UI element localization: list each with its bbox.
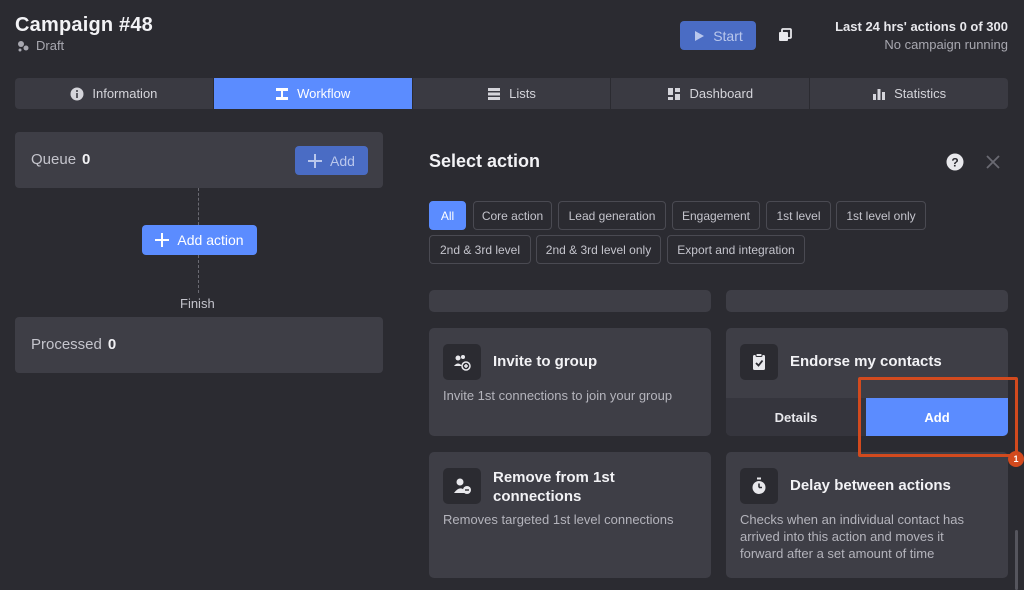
close-icon[interactable] [985, 154, 1001, 170]
queue-add-label: Add [330, 152, 355, 169]
copy-icon[interactable] [777, 27, 793, 43]
campaign-title: Campaign #48 [15, 14, 154, 36]
card-desc-line: Checks when an individual contact has [740, 512, 965, 527]
queue-add-button[interactable]: Add [295, 146, 368, 175]
annotation-highlight [858, 377, 1018, 457]
campaign-status: Draft [16, 38, 64, 53]
finish-label: Finish [180, 296, 215, 311]
card-description: Removes targeted 1st level connections [443, 512, 674, 527]
card-icon-box [443, 344, 481, 380]
draft-icon [18, 40, 29, 51]
processed-text: Processed [31, 336, 102, 353]
processed-label: Processed 0 [31, 336, 116, 353]
queue-count: 0 [82, 151, 91, 168]
card-title: Remove from 1st connections [493, 468, 615, 506]
help-icon[interactable]: ? [946, 153, 964, 171]
action-card-invite-to-group[interactable]: Invite to group Invite 1st connections t… [429, 328, 711, 436]
running-status: No campaign running [884, 37, 1008, 52]
card-icon-box [443, 468, 481, 504]
card-icon-box [740, 468, 778, 504]
list-icon [488, 87, 501, 100]
tab-dashboard[interactable]: Dashboard [611, 78, 811, 109]
tab-label: Statistics [894, 86, 947, 101]
stopwatch-icon [752, 477, 766, 494]
processed-count: 0 [107, 336, 117, 353]
filter-core-action[interactable]: Core action [473, 201, 552, 230]
plus-icon [308, 153, 323, 168]
user-remove-icon [454, 478, 471, 494]
card-title: Endorse my contacts [790, 353, 942, 370]
select-action-title: Select action [429, 151, 541, 171]
filter-2nd-3rd-level-only[interactable]: 2nd & 3rd level only [536, 235, 661, 264]
queue-label: Queue 0 [31, 151, 90, 168]
action-card-partial[interactable] [726, 290, 1008, 312]
card-title: Delay between actions [790, 477, 951, 494]
card-icon-box [740, 344, 778, 380]
svg-text:?: ? [951, 156, 958, 170]
play-icon [695, 30, 705, 41]
scrollbar[interactable] [1015, 530, 1018, 590]
connector-line [198, 188, 199, 225]
card-desc-line: forward after a set amount of time [740, 546, 935, 561]
tab-lists[interactable]: Lists [413, 78, 612, 109]
clipboard-check-icon [753, 353, 765, 370]
bar-chart-icon [873, 88, 886, 100]
details-button[interactable]: Details [726, 398, 866, 436]
start-button[interactable]: Start [680, 21, 756, 50]
info-icon [70, 87, 84, 100]
group-add-icon [454, 355, 471, 371]
add-action-label: Add action [177, 232, 244, 248]
tab-label: Workflow [297, 86, 351, 101]
tab-label: Lists [509, 86, 536, 101]
workflow-icon [276, 87, 289, 100]
dashboard-icon [668, 87, 681, 100]
tab-workflow[interactable]: Workflow [213, 78, 413, 109]
status-text: Draft [36, 38, 65, 53]
tab-label: Dashboard [689, 86, 754, 101]
tab-information[interactable]: Information [15, 78, 214, 109]
tab-bar: Information Workflow Lists Dashboard Sta… [15, 78, 1008, 109]
card-description: Checks when an individual contact has ar… [740, 511, 964, 562]
card-title-line: connections [493, 488, 582, 505]
queue-text: Queue [31, 151, 77, 168]
queue-box: Queue 0 Add [15, 132, 383, 188]
annotation-badge: 1 [1008, 451, 1024, 467]
actions-summary: Last 24 hrs' actions 0 of 300 [835, 19, 1008, 34]
card-title: Invite to group [493, 353, 598, 370]
start-label: Start [713, 27, 743, 44]
filter-export-integration[interactable]: Export and integration [667, 235, 805, 264]
tab-label: Information [92, 86, 158, 101]
filter-2nd-3rd-level[interactable]: 2nd & 3rd level [429, 235, 531, 264]
action-card-delay[interactable]: Delay between actions Checks when an ind… [726, 452, 1008, 578]
card-description: Invite 1st connections to join your grou… [443, 388, 673, 403]
card-title-line: Remove from 1st [493, 469, 615, 486]
action-card-partial[interactable] [429, 290, 711, 312]
filter-all[interactable]: All [429, 201, 466, 230]
plus-icon [155, 233, 170, 247]
add-action-button[interactable]: Add action [142, 225, 257, 255]
filter-engagement[interactable]: Engagement [672, 201, 760, 230]
filter-1st-level-only[interactable]: 1st level only [836, 201, 926, 230]
tab-statistics[interactable]: Statistics [810, 78, 1008, 109]
filter-1st-level[interactable]: 1st level [766, 201, 831, 230]
connector-line [198, 255, 199, 293]
action-card-remove-connections[interactable]: Remove from 1st connections Removes targ… [429, 452, 711, 578]
processed-box: Processed 0 [15, 317, 383, 373]
header: Campaign #48 Draft Start Last 24 hrs' ac… [0, 0, 1024, 78]
card-desc-line: arrived into this action and moves it [740, 529, 944, 544]
filter-lead-generation[interactable]: Lead generation [558, 201, 666, 230]
